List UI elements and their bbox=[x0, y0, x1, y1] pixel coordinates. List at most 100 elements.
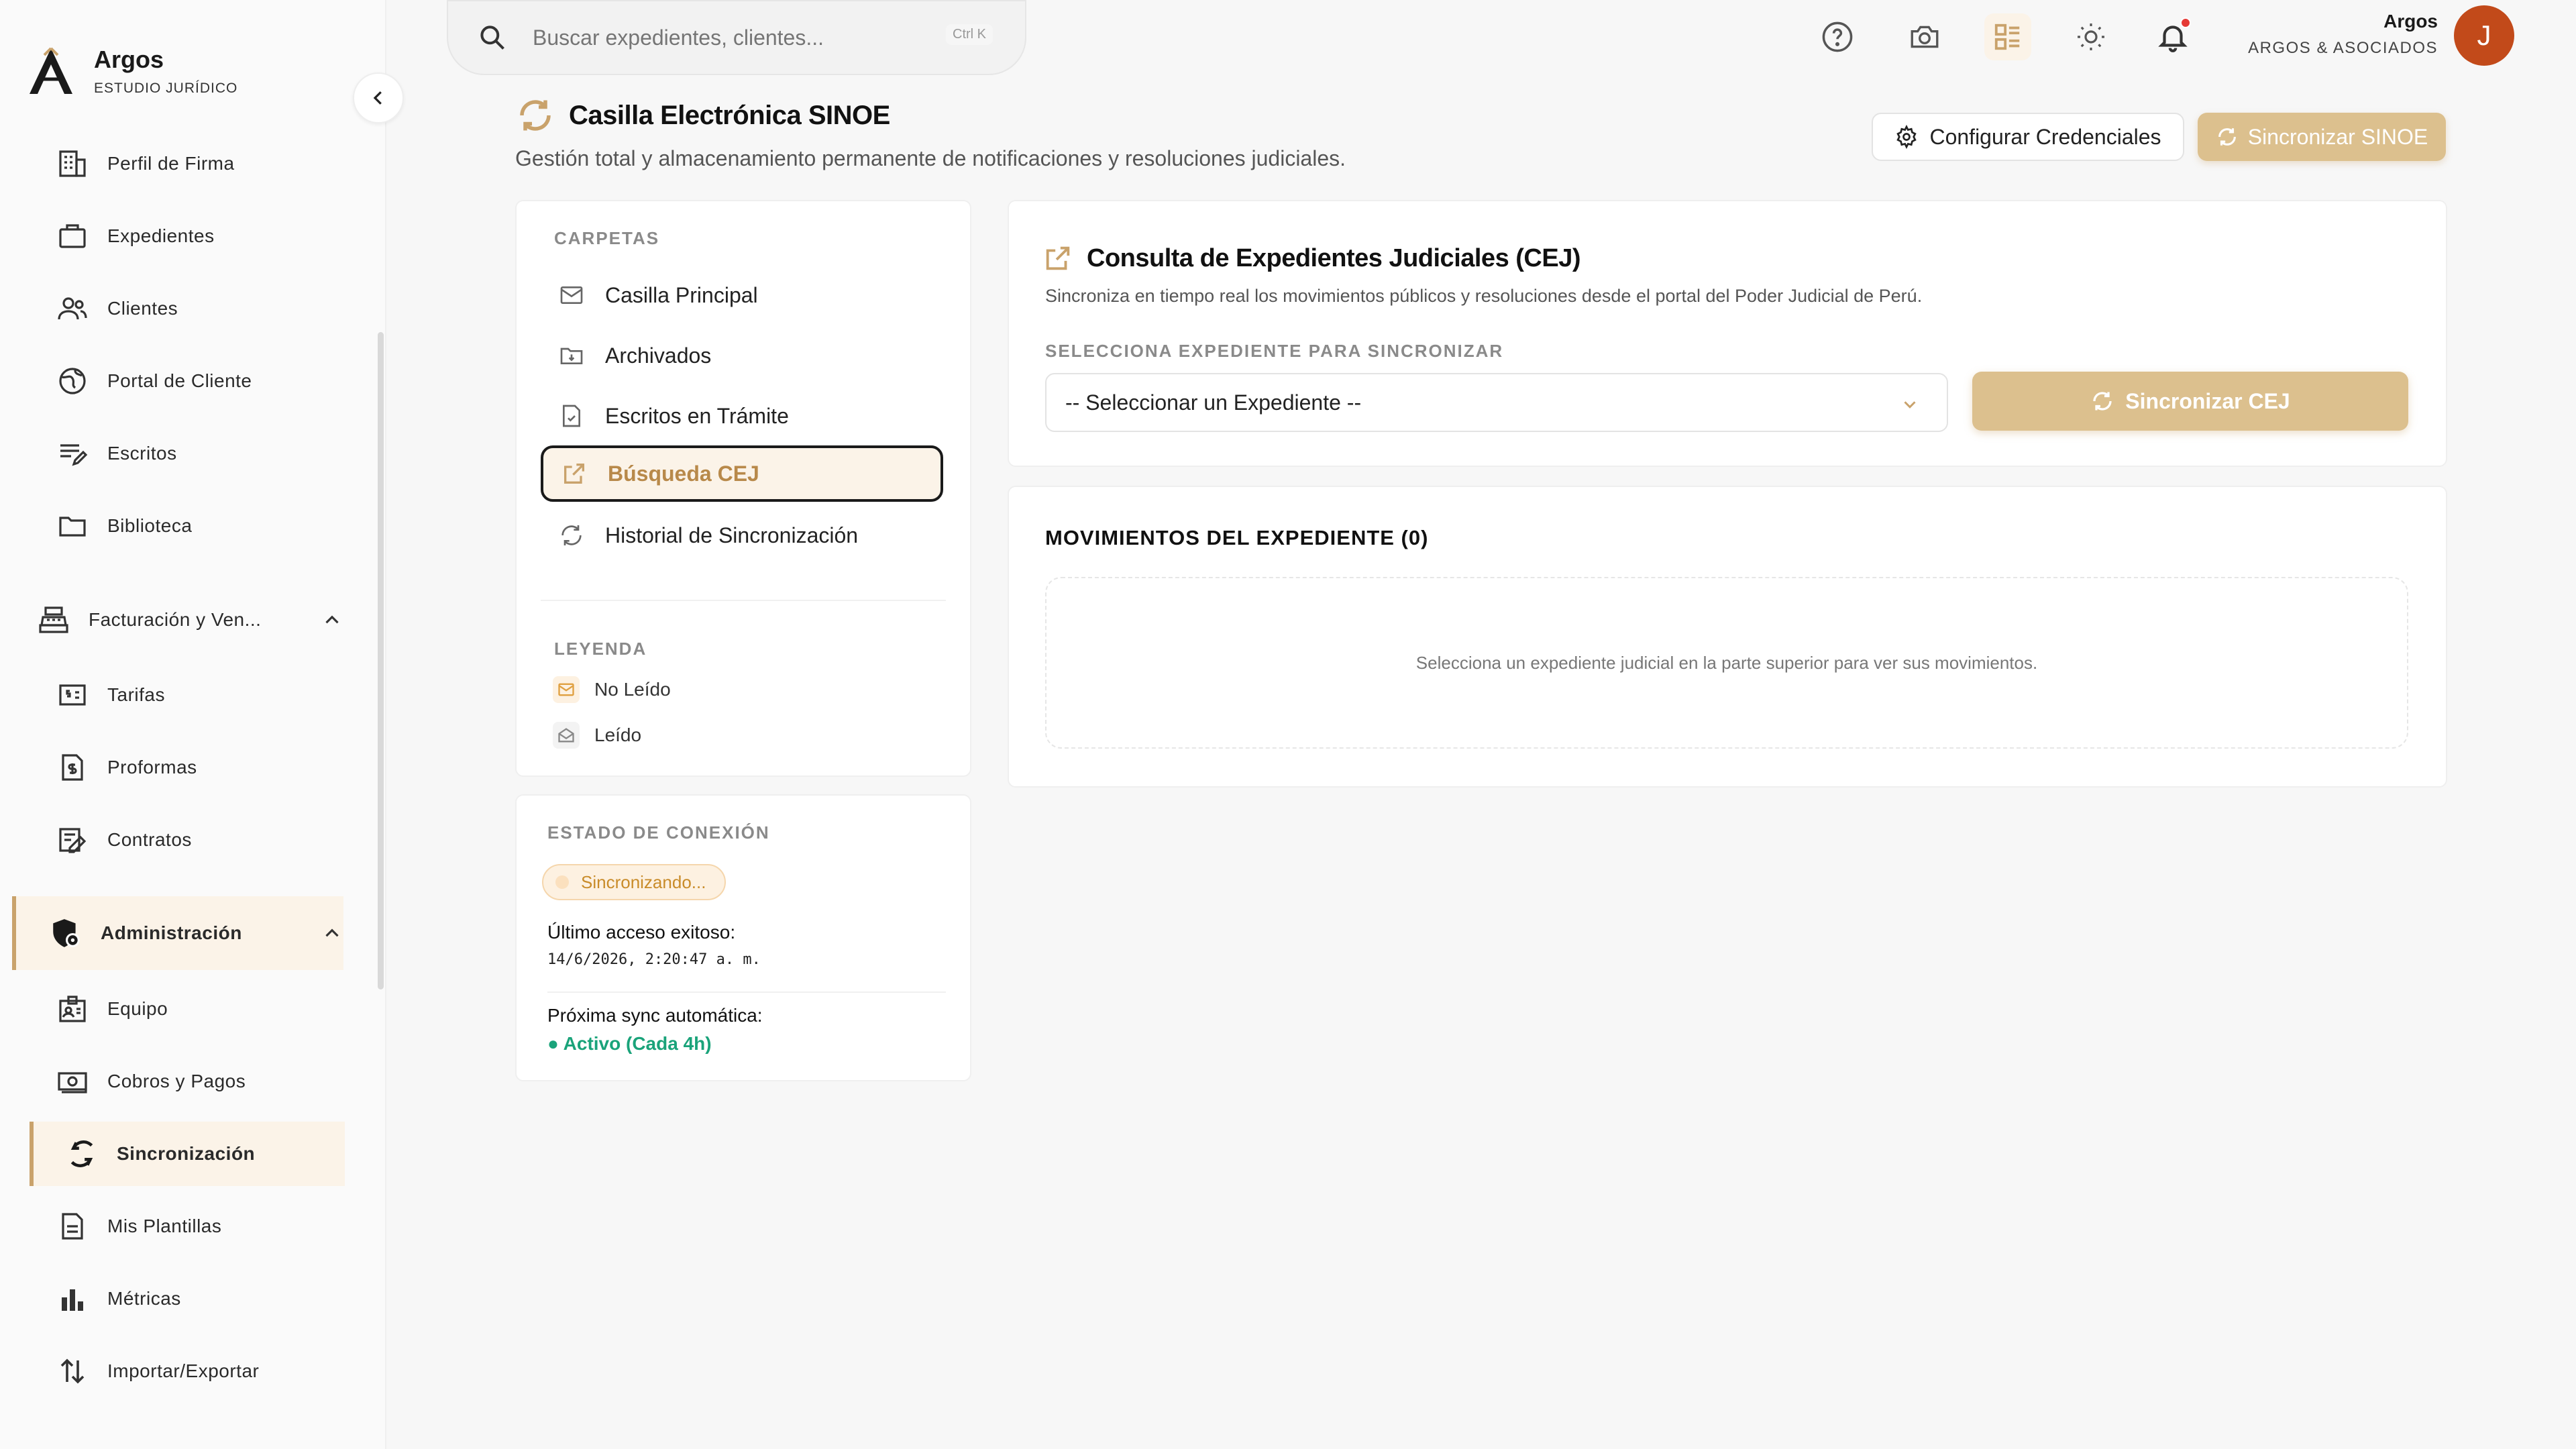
folder-icon bbox=[54, 507, 91, 545]
cej-description: Sincroniza en tiempo real los movimiento… bbox=[1045, 286, 1923, 306]
document-icon bbox=[54, 1208, 91, 1245]
building-icon bbox=[54, 145, 91, 182]
sidebar-item-label: Perfil de Firma bbox=[107, 153, 235, 174]
id-badge-icon bbox=[54, 990, 91, 1028]
search-bar[interactable]: Ctrl K bbox=[447, 0, 1026, 75]
user-info[interactable]: Argos ARGOS & ASOCIADOS bbox=[2248, 11, 2438, 58]
sidebar-item-biblioteca[interactable]: Biblioteca bbox=[54, 499, 192, 553]
brand[interactable]: Argos ESTUDIO JURÍDICO bbox=[24, 44, 237, 98]
sidebar-item-label: Contratos bbox=[107, 829, 192, 850]
mail-icon bbox=[553, 676, 580, 703]
expediente-select[interactable]: -- Seleccionar un Expediente -- bbox=[1045, 373, 1948, 432]
legend-read-label: Leído bbox=[594, 724, 642, 745]
sidebar-item-label: Expedientes bbox=[107, 225, 215, 246]
sync-icon bbox=[2216, 125, 2239, 148]
page-header: Casilla Electrónica SINOE bbox=[515, 95, 890, 136]
folder-label: Casilla Principal bbox=[605, 282, 758, 307]
legend-read: Leído bbox=[553, 722, 641, 749]
sidebar-item-importar-exportar[interactable]: Importar/Exportar bbox=[54, 1344, 259, 1398]
notifications-button[interactable] bbox=[2149, 13, 2196, 60]
gear-icon bbox=[1894, 125, 1919, 149]
sidebar-item-label: Tarifas bbox=[107, 684, 165, 705]
help-button[interactable] bbox=[1814, 13, 1861, 60]
sidebar-item-label: Métricas bbox=[107, 1288, 181, 1309]
folder-label: Historial de Sincronización bbox=[605, 523, 859, 547]
sidebar-group-administracion[interactable]: Administración bbox=[12, 896, 343, 970]
last-access-value: 14/6/2026, 2:20:47 a. m. bbox=[547, 951, 761, 968]
folder-historial-sincronizacion[interactable]: Historial de Sincronización bbox=[541, 507, 943, 564]
camera-button[interactable] bbox=[1901, 13, 1948, 60]
sidebar-item-perfil-de-firma[interactable]: Perfil de Firma bbox=[54, 137, 235, 191]
help-icon bbox=[1820, 19, 1855, 54]
sidebar-item-equipo[interactable]: Equipo bbox=[54, 982, 168, 1036]
sidebar-item-label: Sincronización bbox=[117, 1143, 256, 1164]
sidebar-item-expedientes[interactable]: Expedientes bbox=[54, 209, 215, 263]
movements-title: MOVIMIENTOS DEL EXPEDIENTE (0) bbox=[1045, 526, 1429, 549]
sidebar-item-portal-de-cliente[interactable]: Portal de Cliente bbox=[54, 354, 252, 408]
sidebar-item-proformas[interactable]: Proformas bbox=[54, 741, 197, 794]
sun-icon bbox=[2075, 21, 2107, 53]
movements-card: MOVIMIENTOS DEL EXPEDIENTE (0) Seleccion… bbox=[1008, 486, 2447, 788]
folder-label: Búsqueda CEJ bbox=[608, 461, 759, 486]
empty-state-text: Selecciona un expediente judicial en la … bbox=[1415, 652, 2038, 673]
sidebar-item-mis-plantillas[interactable]: Mis Plantillas bbox=[54, 1199, 221, 1253]
mail-icon bbox=[557, 280, 586, 310]
last-access-label: Último acceso exitoso: bbox=[547, 922, 736, 943]
search-input[interactable] bbox=[531, 24, 934, 51]
status-badge: Sincronizando... bbox=[542, 864, 727, 900]
cej-header: Consulta de Expedientes Judiciales (CEJ) bbox=[1042, 243, 1581, 274]
sidebar-item-sincronizacion[interactable]: Sincronización bbox=[30, 1122, 345, 1186]
cej-query-card: Consulta de Expedientes Judiciales (CEJ)… bbox=[1008, 200, 2447, 467]
sidebar-item-cobros-y-pagos[interactable]: Cobros y Pagos bbox=[54, 1055, 246, 1108]
divider bbox=[547, 991, 946, 993]
sync-icon bbox=[515, 95, 555, 136]
sidebar-item-clientes[interactable]: Clientes bbox=[54, 282, 178, 335]
external-link-icon bbox=[1042, 243, 1073, 274]
dashboard-view-button[interactable] bbox=[1984, 13, 2031, 60]
contract-icon bbox=[54, 821, 91, 859]
sidebar-item-label: Importar/Exportar bbox=[107, 1360, 260, 1381]
folder-label: Escritos en Trámite bbox=[605, 403, 789, 428]
sidebar-item-label: Escritos bbox=[107, 443, 177, 464]
sidebar-item-label: Cobros y Pagos bbox=[107, 1071, 246, 1091]
invoice-icon bbox=[54, 749, 91, 786]
folders-label: CARPETAS bbox=[554, 228, 660, 248]
theme-toggle-button[interactable] bbox=[2068, 13, 2114, 60]
external-link-icon bbox=[559, 459, 589, 488]
configure-credentials-button[interactable]: Configurar Credenciales bbox=[1872, 113, 2184, 161]
folder-escritos-en-tramite[interactable]: Escritos en Trámite bbox=[541, 388, 943, 444]
folder-archivados[interactable]: Archivados bbox=[541, 327, 943, 384]
edit-lines-icon bbox=[54, 435, 91, 472]
sync-icon bbox=[63, 1135, 101, 1173]
sidebar-item-metricas[interactable]: Métricas bbox=[54, 1272, 181, 1326]
folder-busqueda-cej[interactable]: Búsqueda CEJ bbox=[541, 445, 943, 502]
shortcut-hint: Ctrl K bbox=[946, 24, 993, 45]
briefcase-icon bbox=[54, 217, 91, 255]
sidebar-item-tarifas[interactable]: Tarifas bbox=[54, 668, 165, 722]
argos-logo-icon bbox=[24, 44, 78, 98]
user-organization: ARGOS & ASOCIADOS bbox=[2248, 39, 2438, 57]
sync-sinoe-label: Sincronizar SINOE bbox=[2247, 124, 2428, 149]
sidebar-item-escritos[interactable]: Escritos bbox=[54, 427, 177, 480]
sync-sinoe-button[interactable]: Sincronizar SINOE bbox=[2198, 113, 2446, 161]
avatar[interactable]: J bbox=[2454, 5, 2514, 66]
chevron-down-icon bbox=[1900, 394, 1920, 415]
chevron-left-icon bbox=[368, 88, 388, 108]
connection-status-card: ESTADO DE CONEXIÓN Sincronizando... Últi… bbox=[515, 794, 971, 1081]
page-title: Casilla Electrónica SINOE bbox=[569, 100, 890, 130]
users-icon bbox=[54, 290, 91, 327]
legend-unread: No Leído bbox=[553, 676, 671, 703]
sidebar: Argos ESTUDIO JURÍDICO Perfil de Firma E… bbox=[0, 0, 386, 1449]
sidebar-group-facturacion[interactable]: Facturación y Ven... bbox=[35, 593, 343, 647]
mail-open-icon bbox=[553, 722, 580, 749]
money-icon bbox=[54, 1063, 91, 1100]
sidebar-scrollbar[interactable] bbox=[378, 332, 384, 989]
collapse-sidebar-button[interactable] bbox=[353, 72, 404, 123]
next-sync-value: ● Activo (Cada 4h) bbox=[547, 1033, 712, 1054]
chevron-up-icon bbox=[321, 922, 343, 945]
cej-title: Consulta de Expedientes Judiciales (CEJ) bbox=[1087, 244, 1581, 272]
sidebar-item-label: Clientes bbox=[107, 298, 178, 319]
sync-cej-button[interactable]: Sincronizar CEJ bbox=[1972, 372, 2408, 431]
sidebar-item-contratos[interactable]: Contratos bbox=[54, 813, 192, 867]
folder-casilla-principal[interactable]: Casilla Principal bbox=[541, 267, 943, 323]
